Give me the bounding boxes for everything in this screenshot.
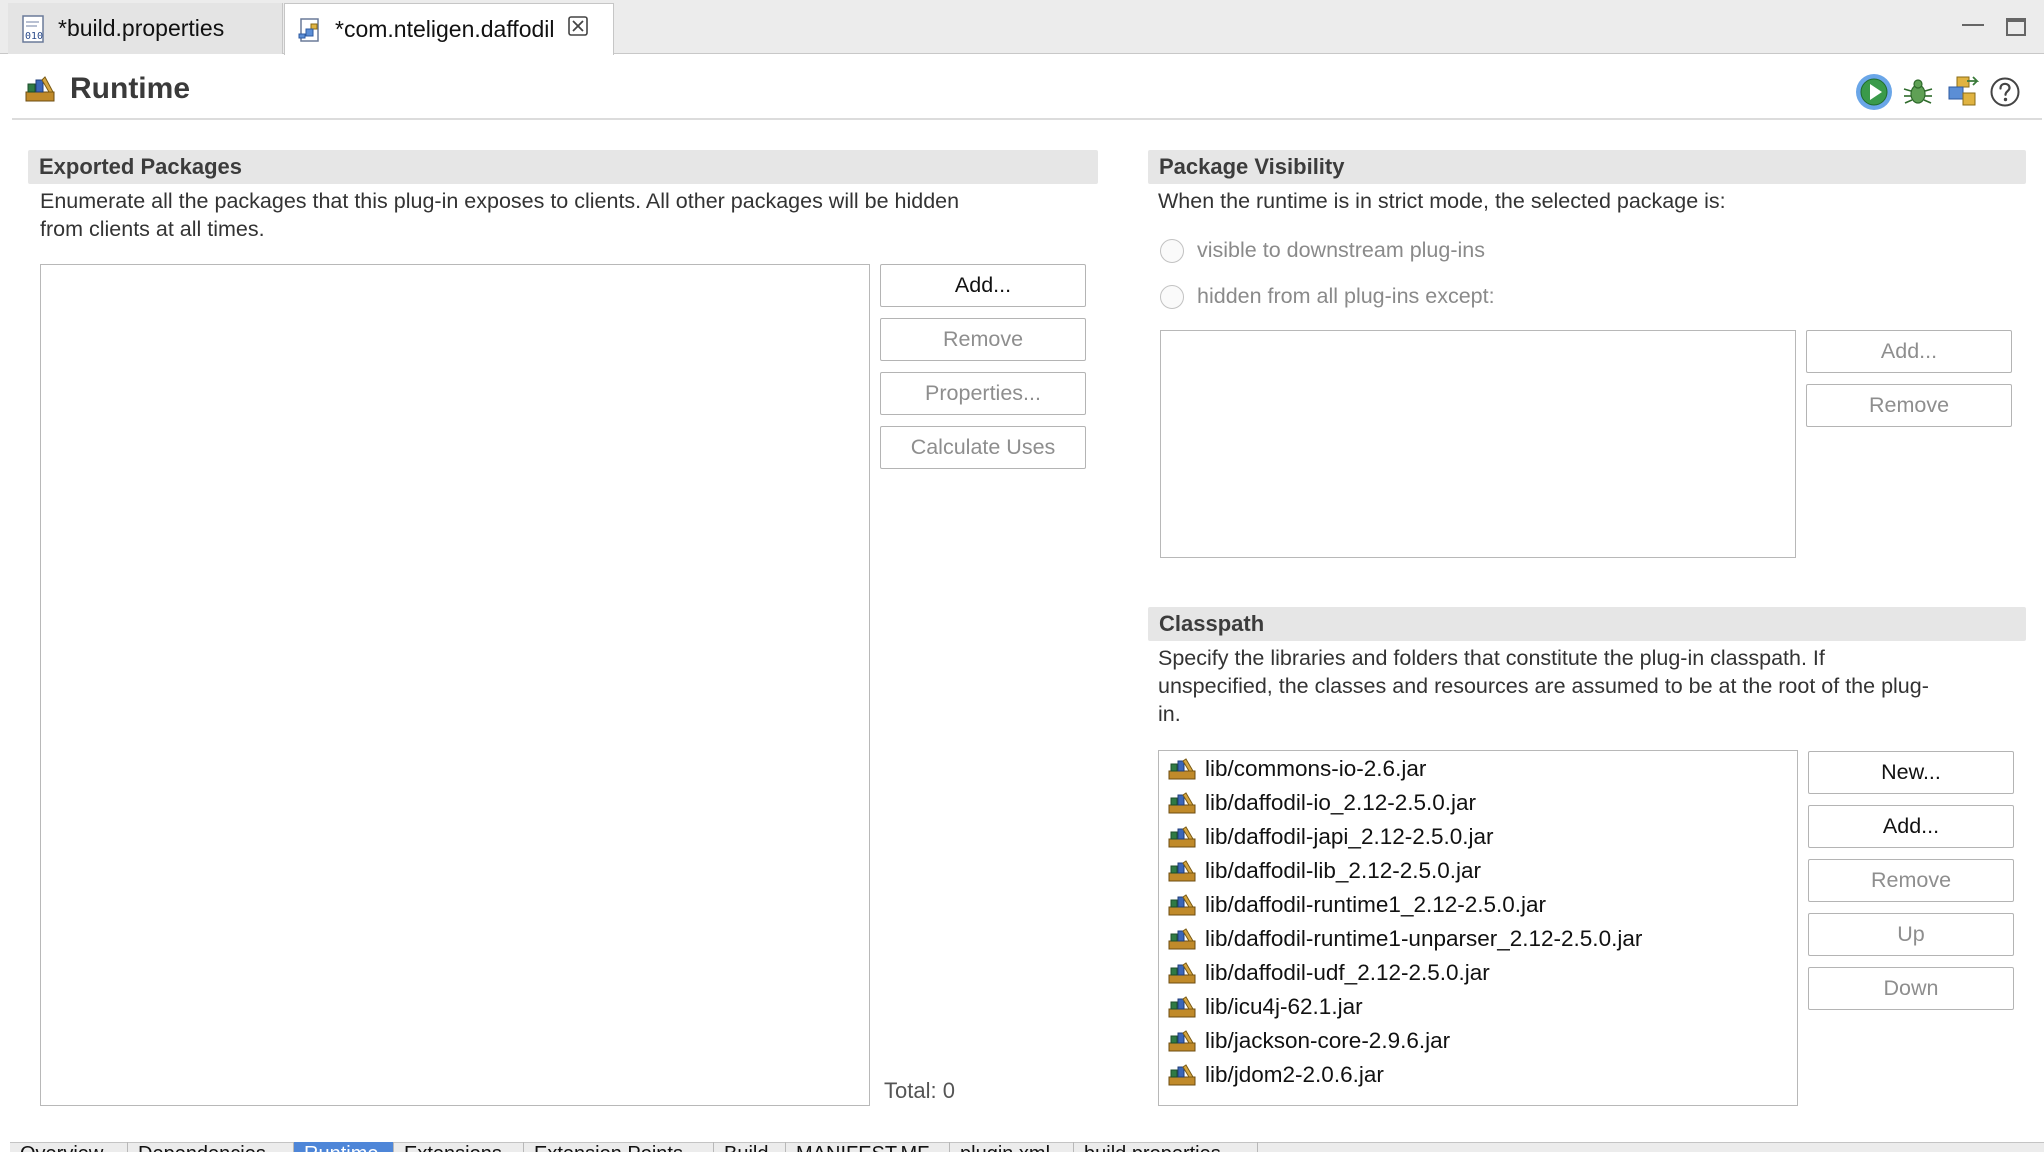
classpath-item[interactable]: lib/jdom2-2.0.6.jar xyxy=(1168,1058,1384,1092)
classpath-item-label: lib/commons-io-2.6.jar xyxy=(1205,756,1427,781)
visibility-plugins-list[interactable] xyxy=(1160,330,1796,558)
radio-indicator xyxy=(1160,284,1184,309)
jar-library-icon xyxy=(1168,996,1196,1018)
minimize-icon[interactable] xyxy=(1962,16,1984,26)
description-line: unspecified, the classes and resources a… xyxy=(1158,674,1929,698)
exported-packages-heading: Exported Packages xyxy=(28,150,1098,184)
visibility-add-button[interactable]: Add... xyxy=(1806,330,2012,373)
classpath-item[interactable]: lib/jackson-core-2.9.6.jar xyxy=(1168,1024,1450,1058)
jar-library-icon xyxy=(1168,758,1196,780)
debug-icon[interactable] xyxy=(1899,73,1937,111)
classpath-item[interactable]: lib/icu4j-62.1.jar xyxy=(1168,990,1363,1024)
exported-packages-list[interactable] xyxy=(40,264,870,1106)
plugin-manifest-icon xyxy=(297,16,325,44)
package-visibility-heading: Package Visibility xyxy=(1148,150,2026,184)
description-line: from clients at all times. xyxy=(40,217,265,241)
export-icon[interactable] xyxy=(1943,73,1981,111)
tab-extension-points[interactable]: Extension Points xyxy=(524,1142,714,1152)
close-icon[interactable] xyxy=(567,15,589,44)
tab-label: *build.properties xyxy=(58,15,225,41)
tab-plugin-xml[interactable]: plugin.xml xyxy=(950,1142,1074,1152)
classpath-item-label: lib/daffodil-runtime1-unparser_2.12-2.5.… xyxy=(1205,926,1643,951)
jar-library-icon xyxy=(1168,894,1196,916)
classpath-down-button[interactable]: Down xyxy=(1808,967,2014,1010)
tab-com-nteligen-daffodil[interactable]: *com.nteligen.daffodil xyxy=(284,3,614,55)
visibility-remove-button[interactable]: Remove xyxy=(1806,384,2012,427)
page-title: Runtime xyxy=(70,72,190,105)
classpath-item[interactable]: lib/daffodil-io_2.12-2.5.0.jar xyxy=(1168,786,1476,820)
hidden-except-radio[interactable]: hidden from all plug-ins except: xyxy=(1160,284,1495,309)
classpath-item[interactable]: lib/daffodil-japi_2.12-2.5.0.jar xyxy=(1168,820,1494,854)
classpath-item[interactable]: lib/daffodil-lib_2.12-2.5.0.jar xyxy=(1168,854,1481,888)
package-visibility-description: When the runtime is in strict mode, the … xyxy=(1158,189,1726,213)
tab-label: *com.nteligen.daffodil xyxy=(335,16,555,42)
jar-library-icon xyxy=(1168,792,1196,814)
properties-file-icon: 010 xyxy=(20,14,48,43)
exported-packages-description: Enumerate all the packages that this plu… xyxy=(40,187,1100,243)
tab-manifest-mf[interactable]: MANIFEST.MF xyxy=(786,1142,950,1152)
classpath-item-label: lib/icu4j-62.1.jar xyxy=(1205,994,1363,1019)
classpath-item-label: lib/jackson-core-2.9.6.jar xyxy=(1205,1028,1451,1053)
description-line: Specify the libraries and folders that c… xyxy=(1158,646,1825,670)
svg-text:010: 010 xyxy=(25,31,43,42)
jar-library-icon xyxy=(1168,826,1196,848)
classpath-item[interactable]: lib/daffodil-runtime1-unparser_2.12-2.5.… xyxy=(1168,922,1642,956)
jar-library-icon xyxy=(1168,1064,1196,1086)
visible-downstream-radio[interactable]: visible to downstream plug-ins xyxy=(1160,238,1485,263)
runtime-library-icon xyxy=(24,74,58,104)
classpath-item[interactable]: lib/daffodil-udf_2.12-2.5.0.jar xyxy=(1168,956,1490,990)
jar-library-icon xyxy=(1168,860,1196,882)
radio-label: hidden from all plug-ins except: xyxy=(1197,284,1495,308)
exported-properties-button[interactable]: Properties... xyxy=(880,372,1086,415)
classpath-item-label: lib/jdom2-2.0.6.jar xyxy=(1205,1062,1384,1087)
tab-runtime[interactable]: Runtime xyxy=(294,1142,394,1152)
tab-extensions[interactable]: Extensions xyxy=(394,1142,524,1152)
calculate-uses-button[interactable]: Calculate Uses xyxy=(880,426,1086,469)
jar-library-icon xyxy=(1168,928,1196,950)
jar-library-icon xyxy=(1168,962,1196,984)
exported-add-button[interactable]: Add... xyxy=(880,264,1086,307)
classpath-item-label: lib/daffodil-japi_2.12-2.5.0.jar xyxy=(1205,824,1494,849)
description-line: in. xyxy=(1158,702,1181,726)
classpath-item[interactable]: lib/commons-io-2.6.jar xyxy=(1168,752,1426,786)
tab-build-properties-page[interactable]: build.properties xyxy=(1074,1142,1258,1152)
radio-label: visible to downstream plug-ins xyxy=(1197,238,1485,262)
tab-dependencies[interactable]: Dependencies xyxy=(128,1142,294,1152)
classpath-heading: Classpath xyxy=(1148,607,2026,641)
classpath-up-button[interactable]: Up xyxy=(1808,913,2014,956)
tab-overview[interactable]: Overview xyxy=(10,1142,128,1152)
jar-library-icon xyxy=(1168,1030,1196,1052)
run-icon[interactable] xyxy=(1855,73,1893,111)
classpath-item-label: lib/daffodil-udf_2.12-2.5.0.jar xyxy=(1205,960,1490,985)
classpath-item-label: lib/daffodil-io_2.12-2.5.0.jar xyxy=(1205,790,1477,815)
exported-total-label: Total: 0 xyxy=(884,1078,955,1103)
classpath-item-label: lib/daffodil-lib_2.12-2.5.0.jar xyxy=(1205,858,1482,883)
classpath-remove-button[interactable]: Remove xyxy=(1808,859,2014,902)
exported-remove-button[interactable]: Remove xyxy=(880,318,1086,361)
help-icon[interactable] xyxy=(1986,73,2024,111)
classpath-new-button[interactable]: New... xyxy=(1808,751,2014,794)
maximize-icon[interactable] xyxy=(2006,18,2026,36)
classpath-description: Specify the libraries and folders that c… xyxy=(1158,644,2028,728)
classpath-item-label: lib/daffodil-runtime1_2.12-2.5.0.jar xyxy=(1205,892,1547,917)
classpath-item[interactable]: lib/daffodil-runtime1_2.12-2.5.0.jar xyxy=(1168,888,1546,922)
description-line: Enumerate all the packages that this plu… xyxy=(40,189,960,213)
classpath-add-button[interactable]: Add... xyxy=(1808,805,2014,848)
header-divider xyxy=(12,118,2042,120)
tab-build-properties[interactable]: 010 *build.properties xyxy=(8,3,283,54)
radio-indicator xyxy=(1160,238,1184,263)
tab-build[interactable]: Build xyxy=(714,1142,786,1152)
